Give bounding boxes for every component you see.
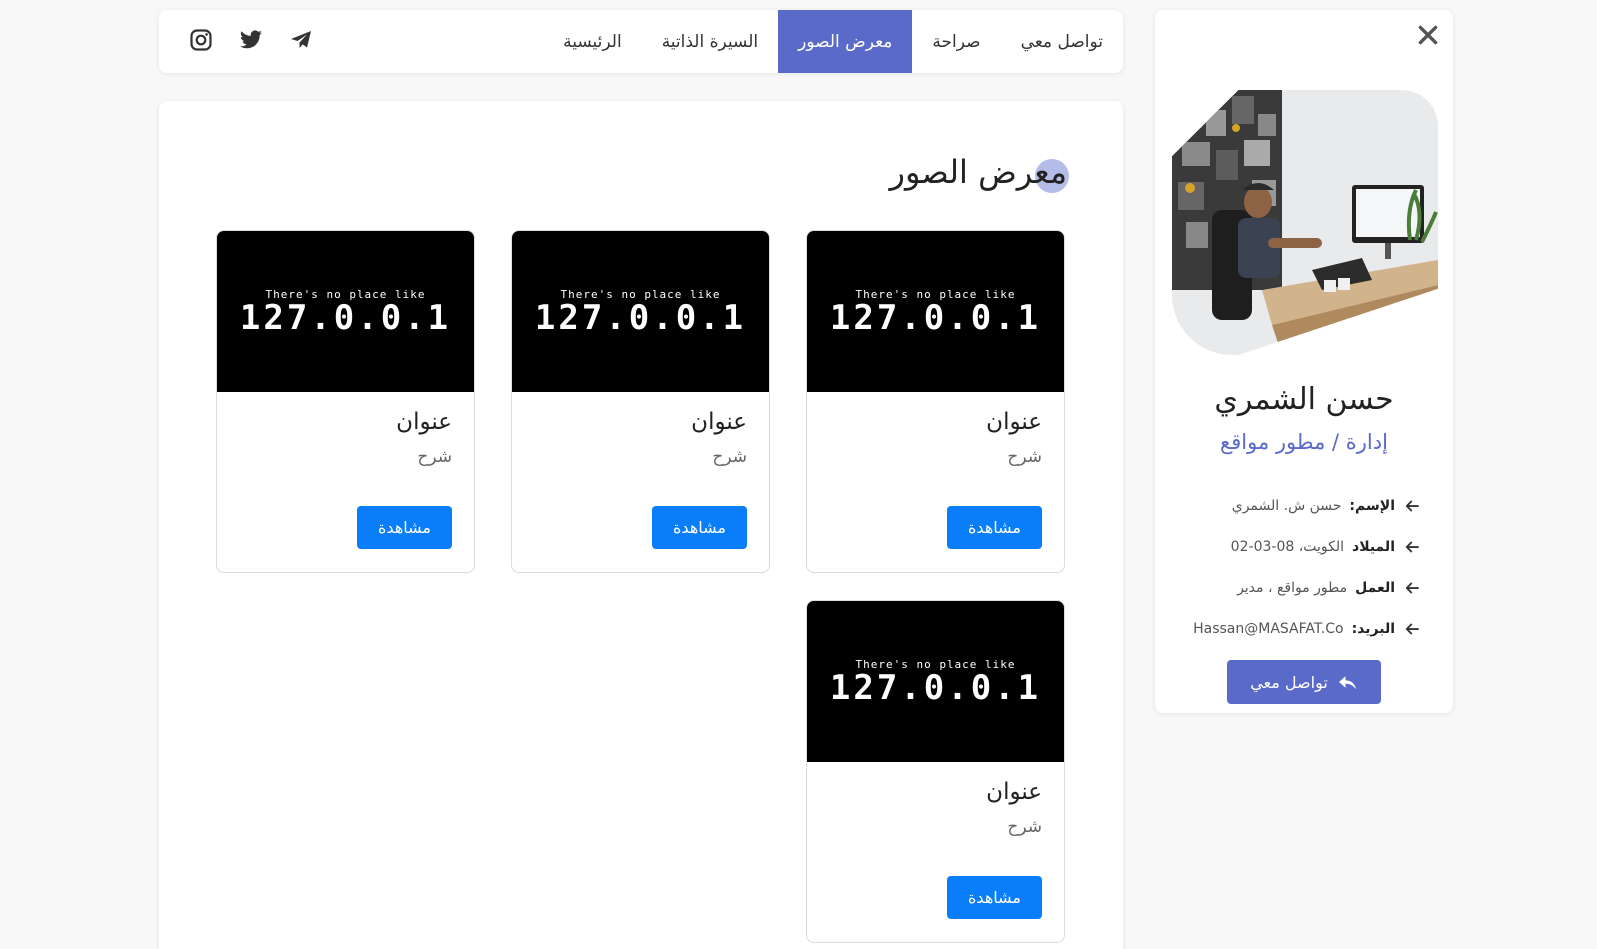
profile-info-list: الإسم: حسن ش. الشمري الميلاد الكويت، 08-…	[1193, 485, 1421, 649]
info-item-name: الإسم: حسن ش. الشمري	[1193, 485, 1421, 526]
gallery-card: There's no place like 127.0.0.1 عنوان شر…	[511, 230, 770, 573]
info-item-email: البريد: Hassan@MASAFAT.Co	[1193, 608, 1421, 649]
section-title-text: معرض الصور	[889, 153, 1067, 191]
tab-gallery[interactable]: معرض الصور	[778, 10, 913, 73]
tab-home[interactable]: الرئيسية	[543, 10, 642, 73]
gallery-panel: معرض الصور There's no place like 127.0.0…	[159, 101, 1123, 949]
view-button[interactable]: مشاهدة	[357, 506, 452, 549]
profile-name: حسن الشمري	[1214, 382, 1394, 417]
card-title: عنوان	[396, 409, 452, 435]
view-button[interactable]: مشاهدة	[947, 876, 1042, 919]
arrow-left-icon	[1405, 623, 1419, 634]
card-description: شرح	[1007, 447, 1042, 467]
card-title: عنوان	[986, 409, 1042, 435]
info-key: البريد:	[1351, 620, 1395, 637]
info-key: العمل	[1355, 579, 1395, 596]
info-key: الميلاد	[1352, 538, 1395, 555]
view-button[interactable]: مشاهدة	[947, 506, 1042, 549]
profile-photo	[1172, 90, 1438, 355]
profile-card: حسن الشمري إدارة / مطور مواقع الإسم: حسن…	[1155, 10, 1453, 713]
reply-icon	[1338, 676, 1356, 690]
card-title: عنوان	[691, 409, 747, 435]
card-title: عنوان	[986, 779, 1042, 805]
card-image[interactable]: There's no place like 127.0.0.1	[807, 231, 1064, 392]
contact-me-label: تواصل معي	[1250, 672, 1328, 692]
card-image-text: 127.0.0.1	[829, 298, 1042, 338]
info-item-work: العمل مطور مواقع ، مدير	[1193, 567, 1421, 608]
arrow-left-icon	[1405, 541, 1419, 552]
card-description: شرح	[712, 447, 747, 467]
tab-contact[interactable]: تواصل معي	[1001, 10, 1123, 73]
social-links	[189, 28, 313, 52]
view-button[interactable]: مشاهدة	[652, 506, 747, 549]
card-image[interactable]: There's no place like 127.0.0.1	[512, 231, 769, 392]
card-image-text: 127.0.0.1	[239, 298, 452, 338]
nav-tabs: الرئيسية السيرة الذاتية معرض الصور صراحة…	[543, 10, 1123, 73]
info-value: مطور مواقع ، مدير	[1237, 579, 1348, 596]
card-description: شرح	[1007, 817, 1042, 837]
card-image[interactable]: There's no place like 127.0.0.1	[807, 601, 1064, 762]
card-image-text: 127.0.0.1	[534, 298, 747, 338]
profile-role: إدارة / مطور مواقع	[1220, 430, 1388, 454]
arrow-left-icon	[1405, 500, 1419, 511]
arrow-left-icon	[1405, 582, 1419, 593]
card-image-text: 127.0.0.1	[829, 668, 1042, 708]
section-title: معرض الصور	[889, 153, 1069, 193]
card-image[interactable]: There's no place like 127.0.0.1	[217, 231, 474, 392]
info-key: الإسم:	[1349, 497, 1395, 514]
contact-me-button[interactable]: تواصل معي	[1227, 660, 1381, 704]
twitter-icon[interactable]	[239, 28, 263, 52]
gallery-card: There's no place like 127.0.0.1 عنوان شر…	[806, 230, 1065, 573]
gallery-card: There's no place like 127.0.0.1 عنوان شر…	[216, 230, 475, 573]
tab-sarahah[interactable]: صراحة	[912, 10, 1000, 73]
card-description: شرح	[417, 447, 452, 467]
info-value: حسن ش. الشمري	[1231, 497, 1342, 514]
instagram-icon[interactable]	[189, 28, 213, 52]
close-icon[interactable]	[1415, 22, 1441, 48]
tab-resume[interactable]: السيرة الذاتية	[642, 10, 778, 73]
info-value[interactable]: Hassan@MASAFAT.Co	[1193, 621, 1343, 637]
top-navbar: الرئيسية السيرة الذاتية معرض الصور صراحة…	[159, 10, 1123, 73]
telegram-icon[interactable]	[289, 28, 313, 52]
gallery-card: There's no place like 127.0.0.1 عنوان شر…	[806, 600, 1065, 943]
info-value: الكويت، 08-03-02	[1230, 538, 1345, 555]
info-item-birth: الميلاد الكويت، 08-03-02	[1193, 526, 1421, 567]
